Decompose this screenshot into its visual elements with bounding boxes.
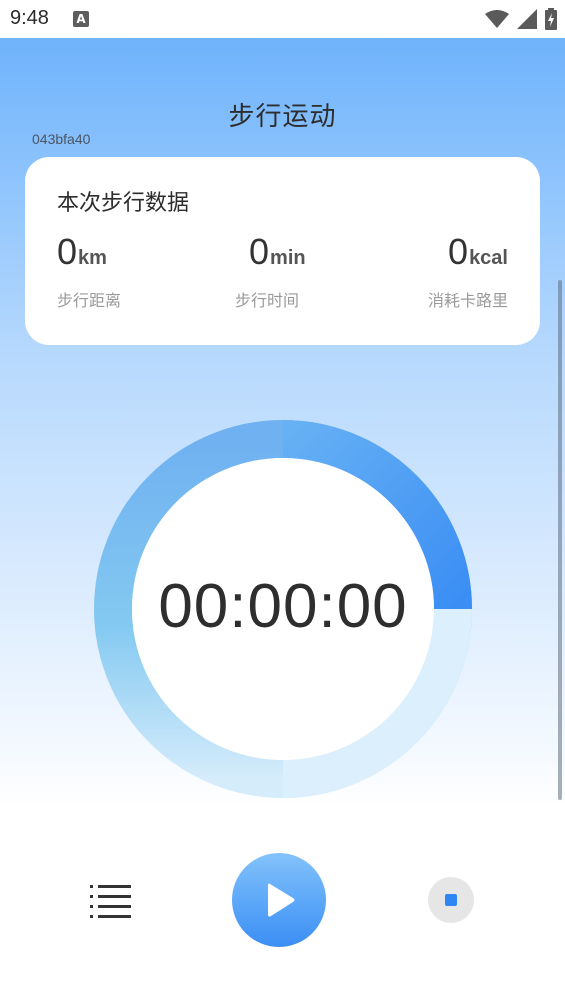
- wifi-icon: [485, 10, 509, 28]
- calories-label: 消耗卡路里: [427, 291, 508, 310]
- status-icons: [485, 8, 557, 30]
- distance-label: 步行距离: [57, 291, 122, 310]
- duration-label: 步行时间: [235, 291, 300, 310]
- stat-distance: 0 km 步行距离: [57, 231, 121, 311]
- start-button[interactable]: [232, 853, 326, 947]
- battery-charging-icon: [545, 8, 557, 30]
- status-bar: 9:48 A: [0, 0, 565, 38]
- a-badge-icon: A: [73, 11, 89, 27]
- walk-data-card: 本次步行数据 0 km 步行距离 0 min 步行时间 0 kcal 消耗卡路里: [25, 157, 540, 345]
- play-icon: [268, 883, 295, 917]
- history-list-button[interactable]: [88, 882, 134, 922]
- timer-display: 00:00:00: [158, 572, 408, 641]
- status-time: 9:48: [10, 7, 49, 29]
- stat-calories: 0 kcal 消耗卡路里: [428, 231, 508, 311]
- calories-value: 0: [448, 231, 469, 272]
- scroll-indicator: [558, 280, 562, 800]
- page-title: 步行运动: [228, 102, 337, 132]
- duration-unit: min: [270, 247, 306, 269]
- stop-icon: [445, 894, 457, 906]
- distance-value: 0: [57, 231, 78, 272]
- stat-duration: 0 min 步行时间: [235, 231, 306, 311]
- signal-icon: [517, 9, 537, 29]
- distance-unit: km: [78, 247, 107, 269]
- list-icon: [90, 885, 131, 918]
- duration-value: 0: [249, 231, 270, 272]
- card-title: 本次步行数据: [57, 191, 190, 216]
- stop-button[interactable]: [428, 877, 474, 923]
- calories-unit: kcal: [469, 247, 508, 269]
- device-id: 043bfa40: [32, 131, 91, 147]
